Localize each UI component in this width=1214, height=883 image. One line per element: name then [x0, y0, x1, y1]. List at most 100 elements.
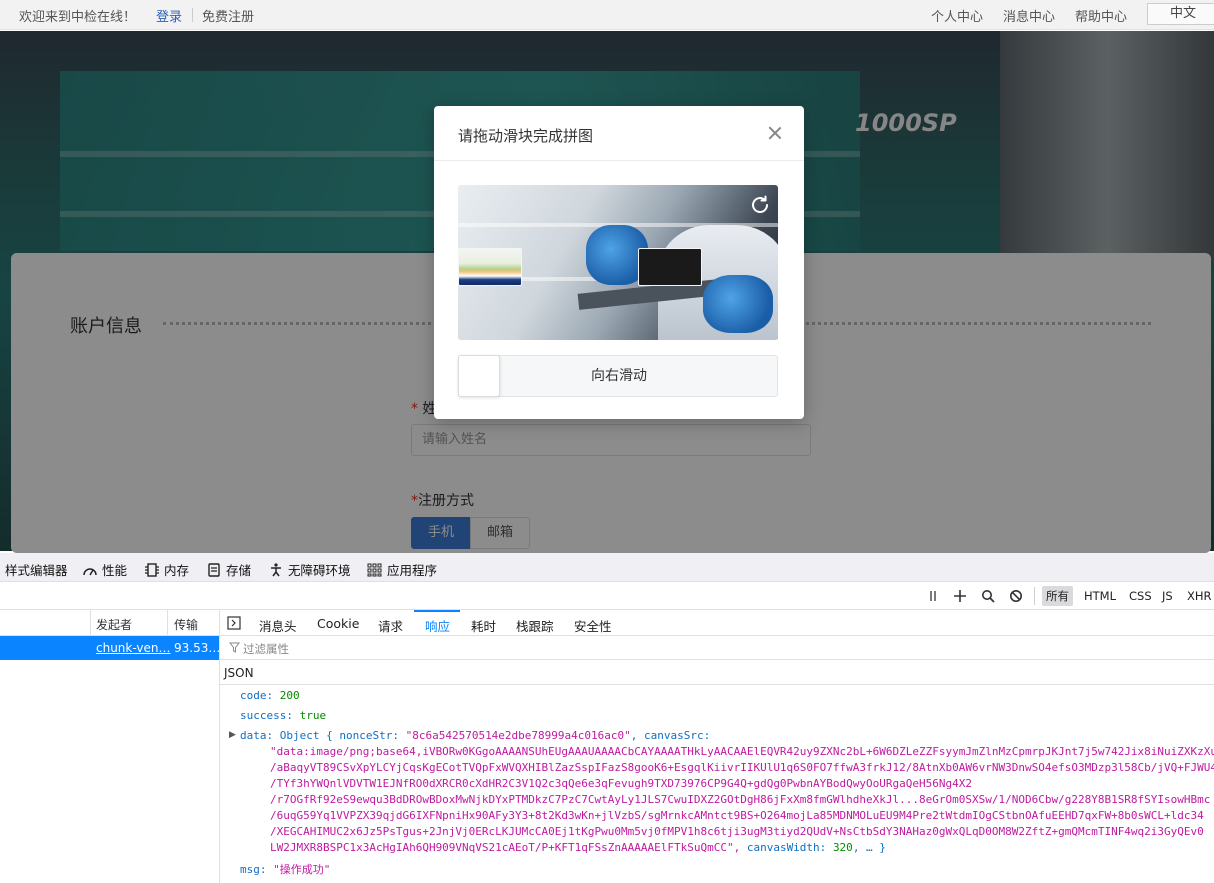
filter-html[interactable]: HTML [1080, 586, 1120, 606]
tab-memory[interactable]: 内存 [144, 560, 189, 579]
json-row-data-end: LW2JMXR8BSPC1x3AcHgIAh6QH909VNqVS21cAEoT… [270, 841, 886, 854]
json-key: code: [240, 689, 274, 702]
tab-storage-label: 存储 [226, 563, 252, 578]
json-value: 200 [279, 689, 300, 702]
tab-performance-label: 性能 [102, 563, 128, 578]
filter-properties-input[interactable]: 过滤属性 [243, 641, 289, 657]
json-key: nonceStr: [339, 729, 399, 742]
devtools-tab-bar: 样式编辑器 性能 内存 存储 无障碍环境 应用程序 [0, 553, 1214, 582]
network-toolbar: 所有 HTML CSS JS XHR [0, 582, 1214, 610]
json-key: canvasWidth: [746, 841, 827, 854]
expand-triangle-icon[interactable]: ▶ [229, 730, 236, 740]
json-key: msg: [240, 863, 267, 876]
dialog-divider [434, 160, 804, 161]
tab-timings[interactable]: 耗时 [471, 616, 496, 635]
json-value: "8c6a542570514e2dbe78999a4c016ac0" [405, 729, 631, 742]
filter-xhr[interactable]: XHR [1183, 586, 1214, 606]
json-key: canvasSrc: [644, 729, 711, 742]
register-link[interactable]: 免费注册 [202, 6, 254, 25]
filter-css[interactable]: CSS [1125, 586, 1156, 606]
block-icon[interactable] [1009, 589, 1023, 603]
app-grid-icon [367, 563, 382, 577]
json-base64-line: /r7OGfRf92eS9ewqu3BdDROwBDoxMwNjkDYxPTMD… [270, 793, 1211, 806]
puzzle-image [458, 185, 778, 340]
tab-security[interactable]: 安全性 [574, 616, 612, 635]
json-key: data: [240, 729, 274, 742]
tab-application[interactable]: 应用程序 [367, 560, 437, 579]
tab-accessibility[interactable]: 无障碍环境 [268, 560, 351, 579]
json-value: 320 [832, 841, 853, 854]
tab-response[interactable]: 响应 [425, 616, 450, 635]
divider [1034, 587, 1035, 605]
column-divider [167, 610, 168, 636]
puzzle-gap [638, 248, 702, 286]
slider-hint: 向右滑动 [591, 368, 647, 384]
slider-track[interactable]: 向右滑动 [458, 355, 778, 397]
json-base64-line: /XEGCAHIMUC2x6Jz5PsTgus+2JnjVj0ERcLKJUMc… [270, 825, 1204, 838]
nav-message-center[interactable]: 消息中心 [1003, 6, 1055, 25]
puzzle-piece[interactable] [458, 248, 522, 286]
accessibility-icon [271, 563, 281, 577]
plus-icon[interactable] [953, 589, 967, 603]
json-row-code: code: 200 [240, 689, 300, 702]
json-key: success: [240, 709, 293, 722]
image-glove [703, 275, 773, 333]
filter-icon [229, 642, 240, 653]
json-base64-line: "data:image/png;base64,iVBORw0KGgoAAAANS… [270, 745, 1214, 758]
tab-storage[interactable]: 存储 [206, 560, 251, 579]
filter-all[interactable]: 所有 [1042, 586, 1073, 606]
tab-headers[interactable]: 消息头 [259, 616, 297, 635]
tab-accessibility-label: 无障碍环境 [288, 563, 351, 578]
json-base64-line: /aBaqyVT89CSvXpYLCYjCqsKgECotTVQpFxWVQXH… [270, 761, 1214, 774]
json-row-data[interactable]: data: Object { nonceStr: "8c6a542570514e… [240, 729, 710, 742]
json-row-msg: msg: "操作成功" [240, 861, 330, 877]
active-tab-indicator [414, 610, 460, 612]
json-object-label: Object { [279, 729, 340, 742]
welcome-text: 欢迎来到中检在线！ [19, 10, 137, 25]
login-link[interactable]: 登录 [156, 6, 182, 25]
tab-request[interactable]: 请求 [378, 616, 403, 635]
dialog-title: 请拖动滑块完成拼图 [458, 127, 594, 145]
json-value: true [299, 709, 327, 722]
json-base64-line: /6uqG59Yq1VVPZX39qjdG6IXFNpniHx90AFy3Y3+… [270, 809, 1204, 822]
request-row-selected[interactable]: chunk-ven… 93.53… [0, 636, 221, 660]
tab-performance[interactable]: 性能 [82, 560, 127, 579]
divider [192, 8, 193, 22]
gauge-icon [83, 568, 97, 576]
json-object-tail: , … } [852, 841, 886, 854]
chip-icon [145, 563, 159, 577]
json-section-header[interactable]: JSON [220, 661, 1214, 685]
captcha-dialog: 请拖动滑块完成拼图 向右滑动 [434, 106, 804, 419]
pause-icon[interactable] [926, 589, 940, 603]
close-icon[interactable] [766, 124, 784, 142]
sidebar-toggle-icon[interactable] [227, 616, 241, 630]
row-initiator[interactable]: chunk-ven… [96, 641, 170, 655]
language-selector[interactable]: 中文 [1147, 3, 1214, 25]
json-label: JSON [224, 666, 254, 680]
filter-properties-bar[interactable]: 过滤属性 [220, 636, 1214, 660]
tab-cookie[interactable]: Cookie [317, 616, 359, 631]
column-transfer[interactable]: 传输 [174, 616, 198, 633]
request-list-header: 发起者 传输 [0, 610, 220, 636]
devtools-panel: 样式编辑器 性能 内存 存储 无障碍环境 应用程序 所有 HTML CSS JS… [0, 553, 1214, 883]
tab-application-label: 应用程序 [387, 563, 438, 578]
json-value: "操作成功" [273, 863, 331, 876]
nav-help-center[interactable]: 帮助中心 [1075, 6, 1127, 25]
filter-js[interactable]: JS [1158, 586, 1177, 606]
json-base64-line: LW2JMXR8BSPC1x3AcHgIAh6QH909VNqVS21cAEoT… [270, 841, 747, 854]
json-base64-line: /TYf3hYWQnlVDVTW1EJNfRO0dXRCR0cXdHR2C3V1… [270, 777, 972, 790]
tab-stack-trace[interactable]: 栈跟踪 [516, 616, 554, 635]
tab-style-editor[interactable]: 样式编辑器 [5, 560, 68, 579]
row-transfer: 93.53… [174, 641, 221, 655]
refresh-icon[interactable] [748, 193, 772, 217]
slider-handle[interactable] [458, 355, 500, 397]
tab-memory-label: 内存 [164, 563, 190, 578]
site-top-bar: 欢迎来到中检在线！ 登录 免费注册 个人中心 消息中心 帮助中心 中文 [0, 0, 1214, 30]
details-tab-bar: 消息头 Cookie 请求 响应 耗时 栈跟踪 安全性 [220, 610, 1214, 636]
column-initiator[interactable]: 发起者 [96, 616, 132, 633]
search-icon[interactable] [981, 589, 995, 603]
storage-icon [208, 563, 220, 577]
json-row-success: success: true [240, 709, 326, 722]
column-divider [90, 610, 91, 636]
nav-personal-center[interactable]: 个人中心 [931, 6, 983, 25]
